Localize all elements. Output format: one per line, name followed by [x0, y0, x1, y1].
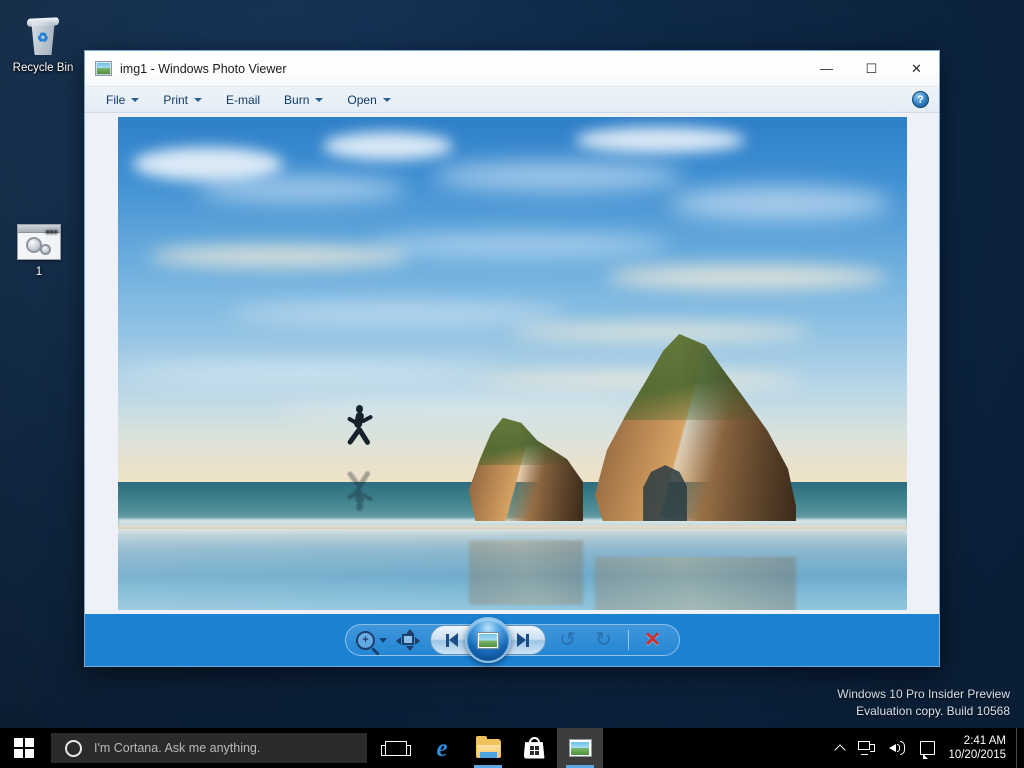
- taskbar-items[interactable]: e: [373, 728, 603, 768]
- taskbar-item-microsoft-edge[interactable]: e: [419, 728, 465, 768]
- photo-viewer-icon: [568, 739, 592, 757]
- desktop-icon-label: Recycle Bin: [12, 62, 74, 74]
- menu-item-email[interactable]: E-mail: [217, 91, 269, 109]
- edge-icon: e: [436, 734, 448, 762]
- slideshow-icon: [476, 631, 499, 649]
- app-gears-icon: ■■■: [0, 212, 78, 260]
- rotate-clockwise-button[interactable]: ↻: [586, 626, 622, 654]
- show-hidden-icons-button[interactable]: [829, 728, 851, 768]
- clock[interactable]: 2:41 AM 10/20/2015: [942, 734, 1016, 762]
- network-button[interactable]: [851, 728, 882, 768]
- chevron-down-icon: [194, 97, 203, 102]
- network-icon: [858, 741, 876, 755]
- menu-label: E-mail: [226, 92, 261, 107]
- folder-icon: [475, 735, 501, 758]
- desktop-icon-recycle-bin[interactable]: ♻ Recycle Bin: [4, 8, 82, 76]
- search-input[interactable]: I'm Cortana. Ask me anything.: [51, 733, 367, 763]
- desktop[interactable]: ♻ Recycle Bin ■■■ 1 Windows 10 Pro Insid…: [0, 0, 1024, 768]
- menu-bar[interactable]: File Print E-mail Burn Open ?: [85, 87, 939, 113]
- menu-label: Print: [163, 92, 189, 107]
- search-placeholder: I'm Cortana. Ask me anything.: [94, 741, 261, 755]
- rotate-counterclockwise-button[interactable]: ↺: [550, 626, 586, 654]
- store-icon: [523, 736, 545, 759]
- start-button[interactable]: [0, 728, 48, 768]
- rotate-ccw-icon: ↺: [559, 629, 576, 651]
- toolbar-group[interactable]: + ↺ ↻ ✕: [344, 617, 680, 663]
- fit-to-window-icon: [395, 629, 420, 651]
- menu-item-burn[interactable]: Burn: [275, 91, 332, 109]
- taskbar[interactable]: I'm Cortana. Ask me anything. e 2:41 AM …: [0, 728, 1024, 768]
- system-tray[interactable]: 2:41 AM 10/20/2015: [829, 728, 1024, 768]
- photo-viewer-toolbar[interactable]: + ↺ ↻ ✕: [85, 614, 939, 666]
- toolbar-separator: [627, 630, 629, 650]
- volume-button[interactable]: [882, 728, 913, 768]
- menu-label: File: [106, 92, 126, 107]
- zoom-button[interactable]: +: [354, 626, 390, 654]
- navigation-group[interactable]: [429, 617, 546, 663]
- taskbar-item-task-view[interactable]: [373, 728, 419, 768]
- menu-item-file[interactable]: File: [97, 91, 148, 109]
- task-view-icon: [381, 740, 411, 756]
- minimize-button[interactable]: —: [804, 51, 849, 86]
- photo-viewer-window[interactable]: img1 - Windows Photo Viewer — ☐ ✕ File P…: [84, 50, 940, 667]
- chevron-down-icon: [315, 97, 324, 102]
- recycle-bin-icon: ♻: [4, 8, 82, 56]
- action-center-icon: [920, 741, 936, 759]
- window-controls[interactable]: — ☐ ✕: [804, 51, 939, 86]
- menu-item-print[interactable]: Print: [154, 91, 211, 109]
- delete-x-icon: ✕: [644, 629, 661, 651]
- menu-label: Open: [347, 92, 377, 107]
- close-button[interactable]: ✕: [894, 51, 939, 86]
- windows-watermark: Windows 10 Pro Insider Preview Evaluatio…: [837, 686, 1010, 720]
- fit-to-window-button[interactable]: [390, 626, 426, 654]
- desktop-icon-label: 1: [35, 266, 43, 278]
- taskbar-item-store[interactable]: [511, 728, 557, 768]
- watermark-line-1: Windows 10 Pro Insider Preview: [837, 687, 1010, 701]
- magnifier-plus-icon: +: [356, 630, 375, 650]
- windows-logo-icon: [14, 738, 34, 758]
- image-canvas[interactable]: [85, 113, 939, 614]
- chevron-up-icon: [834, 743, 847, 756]
- title-bar[interactable]: img1 - Windows Photo Viewer — ☐ ✕: [85, 51, 939, 87]
- displayed-photo: [117, 117, 907, 610]
- show-desktop-button[interactable]: [1016, 728, 1022, 768]
- slideshow-button[interactable]: [464, 617, 511, 663]
- menu-label: Burn: [284, 92, 310, 107]
- action-center-button[interactable]: [913, 728, 942, 768]
- help-icon[interactable]: ?: [912, 91, 929, 108]
- clock-date: 10/20/2015: [948, 749, 1006, 761]
- rotate-cw-icon: ↻: [595, 629, 612, 651]
- watermark-line-2: Evaluation copy. Build 10568: [856, 704, 1010, 718]
- delete-button[interactable]: ✕: [635, 626, 671, 654]
- clock-time: 2:41 AM: [963, 735, 1006, 747]
- cortana-circle-icon: [65, 739, 82, 757]
- taskbar-item-file-explorer[interactable]: [465, 728, 511, 768]
- photo-icon: [95, 61, 112, 76]
- runner-silhouette: [342, 405, 384, 451]
- chevron-down-icon: [131, 97, 140, 102]
- volume-icon: [889, 741, 906, 755]
- taskbar-item-photo-viewer[interactable]: [557, 728, 603, 768]
- maximize-button[interactable]: ☐: [849, 51, 894, 86]
- window-title: img1 - Windows Photo Viewer: [120, 61, 287, 76]
- menu-item-open[interactable]: Open: [338, 91, 399, 109]
- chevron-down-icon: [382, 97, 391, 102]
- next-icon: [516, 633, 529, 647]
- desktop-icon-app-shortcut[interactable]: ■■■ 1: [0, 212, 78, 280]
- chevron-down-icon: [379, 637, 387, 643]
- runner-reflection: [342, 465, 384, 511]
- previous-icon: [446, 633, 459, 647]
